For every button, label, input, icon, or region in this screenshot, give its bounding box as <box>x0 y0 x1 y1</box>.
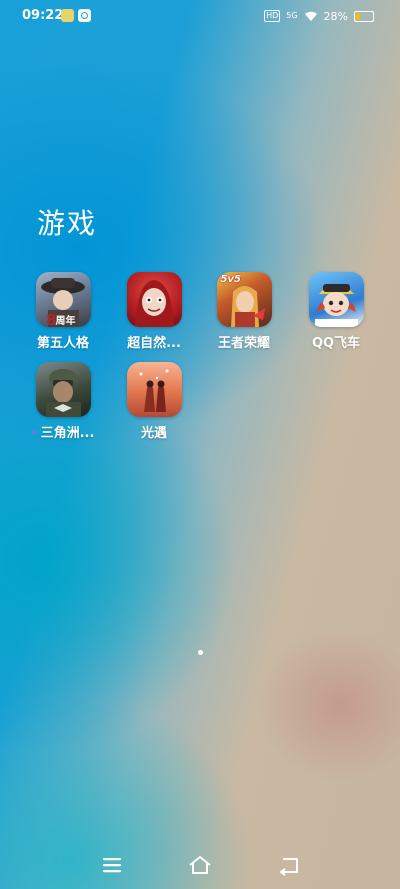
delta-force-app-icon <box>35 362 91 417</box>
signal-icon: 5G <box>286 11 298 20</box>
app-honor-of-kings[interactable]: 5v5 王者荣耀 <box>198 272 290 351</box>
home-icon[interactable] <box>186 853 214 877</box>
app-label-text: 三角洲... <box>40 426 95 441</box>
battery-percent: 28% <box>323 9 348 23</box>
app-label: 第五人格 <box>36 336 89 351</box>
new-indicator-dot <box>31 430 37 435</box>
app-delta-force[interactable]: 三角洲... <box>17 362 109 441</box>
navigation-bar <box>0 845 400 885</box>
app-identity-v[interactable]: 8 周年 第五人格 <box>17 272 109 351</box>
notification-app-icon-2 <box>78 9 91 22</box>
battery-icon <box>354 10 374 22</box>
hd-icon: HD <box>264 10 281 22</box>
svg-text:8: 8 <box>46 311 56 327</box>
identity-v-app-icon: 8 周年 <box>35 272 91 327</box>
app-label: 三角洲... <box>17 422 109 441</box>
identity-v-badge: 周年 <box>55 316 76 327</box>
folder-title[interactable]: 游戏 <box>37 202 97 242</box>
wifi-icon <box>304 10 318 22</box>
app-supernatural[interactable]: 超自然... <box>108 272 200 351</box>
back-icon[interactable] <box>275 853 303 877</box>
supernatural-app-icon <box>126 272 182 327</box>
sky-app-icon <box>126 362 182 417</box>
app-label: 王者荣耀 <box>217 336 270 351</box>
honor-of-kings-badge: 5v5 <box>220 274 241 285</box>
app-sky[interactable]: 光遇 <box>108 362 200 441</box>
status-time: 09:22 <box>22 8 64 23</box>
battery-fill <box>356 12 361 20</box>
app-label: QQ飞车 <box>311 336 361 351</box>
app-qq-speed[interactable]: QQ飞车 <box>290 272 382 351</box>
app-label: 光遇 <box>140 426 167 441</box>
notification-app-icon <box>61 9 74 22</box>
app-label: 超自然... <box>127 336 181 351</box>
status-bar: 09:22 HD 5G 28% <box>0 0 400 32</box>
honor-of-kings-app-icon: 5v5 <box>216 272 272 327</box>
qq-speed-app-icon <box>308 272 364 327</box>
menu-icon[interactable] <box>98 853 126 877</box>
page-indicator-dot[interactable] <box>198 650 203 655</box>
